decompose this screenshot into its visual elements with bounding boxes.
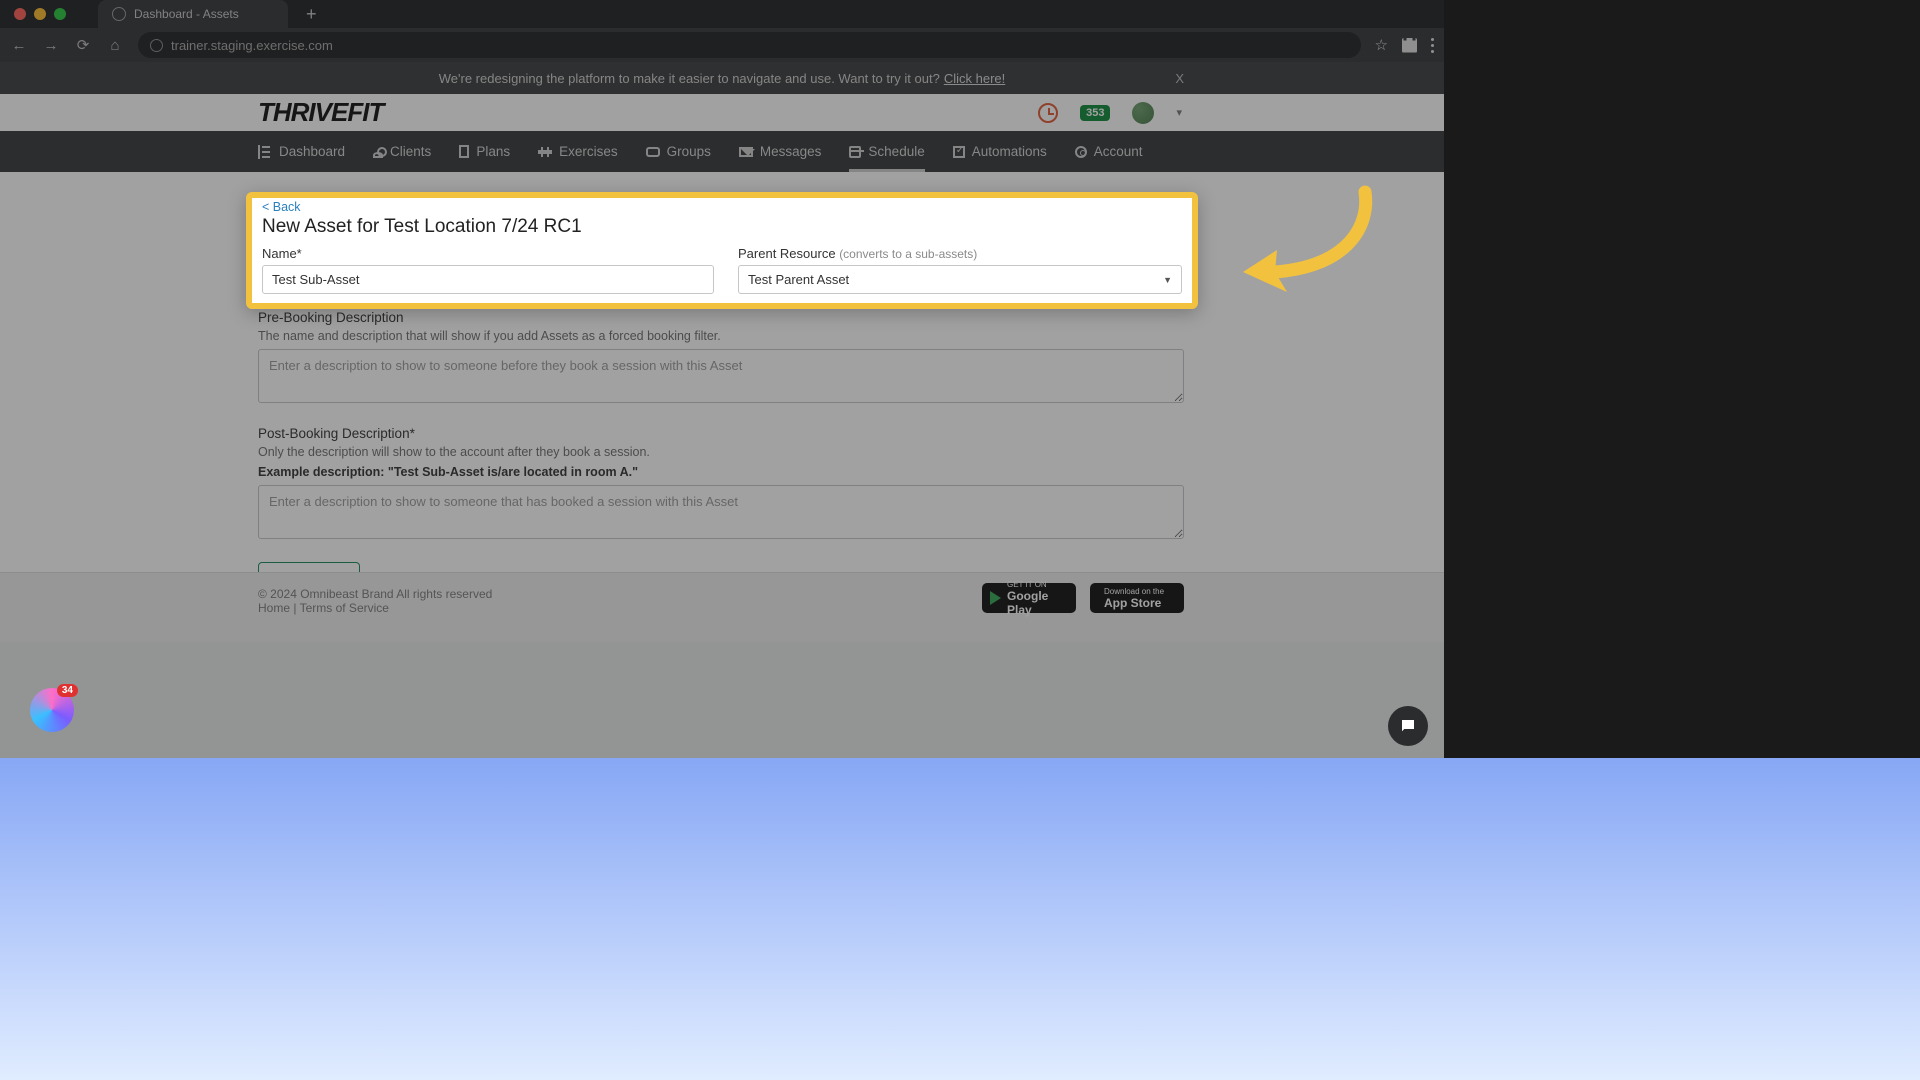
nav-messages[interactable]: Messages (739, 134, 822, 169)
avatar[interactable] (1132, 102, 1154, 124)
browser-toolbar: ← → ⟳ ⌂ trainer.staging.exercise.com ☆ (0, 28, 1444, 62)
footer-sep: | (290, 601, 300, 615)
calendar-icon (849, 146, 861, 158)
footer-terms-link[interactable]: Terms of Service (300, 601, 389, 615)
play-icon (990, 591, 1001, 605)
minimize-window-icon[interactable] (34, 8, 46, 20)
new-tab-button[interactable]: + (306, 4, 317, 25)
pre-booking-help: The name and description that will show … (258, 329, 1184, 343)
nav-label: Dashboard (279, 144, 345, 159)
post-booking-label: Post-Booking Description* (258, 426, 1184, 441)
main-nav: Dashboard Clients Plans Exercises Groups… (0, 131, 1444, 172)
browser-tabstrip: Dashboard - Assets + (0, 0, 1444, 28)
parent-label-text: Parent Resource (738, 246, 836, 261)
nav-label: Clients (390, 144, 431, 159)
nav-label: Messages (760, 144, 822, 159)
globe-icon (112, 7, 126, 21)
floating-badge-count: 34 (57, 684, 78, 697)
copyright-text: © 2024 Omnibeast Brand All rights reserv… (258, 587, 492, 601)
app-store-badge[interactable]: Download on theApp Store (1090, 583, 1184, 613)
parent-hint: (converts to a sub-assets) (839, 247, 977, 261)
nav-label: Automations (972, 144, 1047, 159)
clipboard-icon (459, 145, 469, 158)
google-play-badge[interactable]: GET IT ONGoogle Play (982, 583, 1076, 613)
header-bar: THRIVEFIT 353 ▾ (0, 94, 1444, 131)
floating-app-badge[interactable]: 34 (30, 688, 74, 732)
post-booking-help: Only the description will show to the ac… (258, 445, 1184, 459)
nav-label: Plans (476, 144, 510, 159)
nav-account[interactable]: Account (1075, 134, 1143, 169)
parent-label: Parent Resource (converts to a sub-asset… (738, 246, 1182, 261)
badge-small: Download on the (1104, 587, 1164, 596)
tab-title: Dashboard - Assets (134, 7, 239, 21)
footer-home-link[interactable]: Home (258, 601, 290, 615)
badge-big: App Store (1104, 596, 1164, 610)
nav-groups[interactable]: Groups (646, 134, 711, 169)
brand-logo[interactable]: THRIVEFIT (258, 97, 383, 128)
back-button[interactable]: ← (10, 37, 28, 54)
chevron-down-icon[interactable]: ▾ (1176, 106, 1182, 119)
nav-automations[interactable]: Automations (953, 134, 1047, 169)
groups-icon (646, 147, 660, 157)
footer: © 2024 Omnibeast Brand All rights reserv… (0, 572, 1444, 642)
badge-big: Google Play (1007, 589, 1068, 617)
close-window-icon[interactable] (14, 8, 26, 20)
post-booking-example: Example description: "Test Sub-Asset is/… (258, 465, 1184, 479)
envelope-icon (739, 147, 753, 157)
site-info-icon (150, 39, 163, 52)
nav-label: Exercises (559, 144, 618, 159)
checkbox-icon (953, 146, 965, 158)
account-icon (1075, 146, 1087, 158)
nav-dashboard[interactable]: Dashboard (258, 134, 345, 169)
browser-tab[interactable]: Dashboard - Assets (98, 0, 288, 28)
reload-button[interactable]: ⟳ (74, 36, 92, 54)
notification-badge[interactable]: 353 (1080, 105, 1110, 121)
nav-label: Schedule (868, 144, 924, 159)
url-text: trainer.staging.exercise.com (171, 38, 333, 53)
back-link[interactable]: < Back (262, 200, 1182, 214)
nav-label: Groups (667, 144, 711, 159)
banner-close-button[interactable]: X (1175, 71, 1184, 86)
nav-plans[interactable]: Plans (459, 134, 510, 169)
banner-text: We're redesigning the platform to make i… (439, 71, 940, 86)
pre-booking-label: Pre-Booking Description (258, 310, 1184, 325)
chat-icon (1399, 717, 1417, 735)
name-label: Name* (262, 246, 714, 261)
chat-widget-button[interactable] (1388, 706, 1428, 746)
pre-booking-textarea[interactable] (258, 349, 1184, 403)
dashboard-icon (258, 145, 272, 159)
parent-select-value: Test Parent Asset (748, 272, 849, 287)
highlight-card: < Back New Asset for Test Location 7/24 … (246, 192, 1198, 309)
annotation-arrow-icon (1215, 184, 1375, 304)
address-bar[interactable]: trainer.staging.exercise.com (138, 32, 1361, 58)
browser-menu-icon[interactable] (1431, 38, 1434, 53)
nav-exercises[interactable]: Exercises (538, 134, 618, 169)
page-title: New Asset for Test Location 7/24 RC1 (262, 216, 1182, 238)
extensions-icon[interactable] (1402, 38, 1417, 53)
nav-schedule[interactable]: Schedule (849, 134, 924, 172)
forward-button[interactable]: → (42, 37, 60, 54)
chevron-down-icon: ▼ (1163, 275, 1172, 285)
parent-resource-select[interactable]: Test Parent Asset ▼ (738, 265, 1182, 294)
window-controls (14, 8, 66, 20)
name-input[interactable] (262, 265, 714, 294)
maximize-window-icon[interactable] (54, 8, 66, 20)
nav-label: Account (1094, 144, 1143, 159)
post-booking-textarea[interactable] (258, 485, 1184, 539)
nav-clients[interactable]: Clients (373, 134, 431, 169)
redesign-banner: We're redesigning the platform to make i… (0, 62, 1444, 94)
dumbbell-icon (538, 145, 552, 159)
bookmark-icon[interactable]: ☆ (1375, 36, 1388, 54)
person-icon (373, 152, 383, 158)
banner-link[interactable]: Click here! (944, 71, 1005, 86)
badge-small: GET IT ON (1007, 580, 1047, 589)
home-button[interactable]: ⌂ (106, 37, 124, 54)
clock-icon[interactable] (1038, 103, 1058, 123)
